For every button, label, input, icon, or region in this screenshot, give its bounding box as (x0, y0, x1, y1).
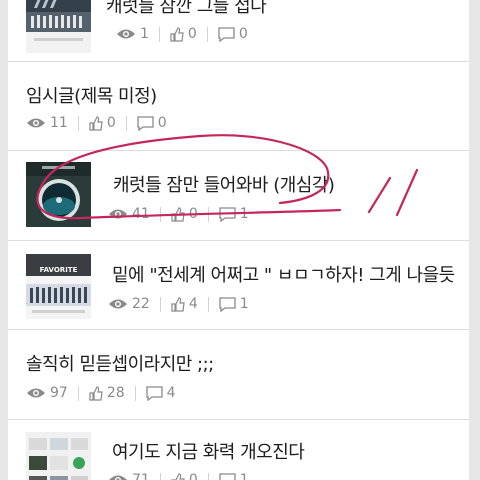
post-item[interactable]: 임시글(제목 미정) 11 0 0 (8, 62, 469, 151)
post-item[interactable]: 캐럿들 잠깐 그들 접다 1 0 0 (8, 0, 469, 62)
view-count: 97 (50, 385, 68, 401)
post-meta: 97 28 4 (26, 385, 176, 401)
eye-icon (109, 475, 127, 480)
post-meta: 71 0 1 (108, 472, 249, 480)
comment-count: 0 (157, 115, 167, 131)
post-feed: 캐럿들 잠깐 그들 접다 1 0 0 임시글(제목 미정) 11 0 0 캐럿들… (8, 0, 469, 480)
like-count: 0 (187, 26, 197, 42)
thumbs-up-icon (171, 472, 185, 480)
post-thumbnail: FAVORITE (26, 254, 91, 319)
post-item[interactable]: 캐럿들 잠만 들어와바 (개심각) 41 0 1 (8, 151, 469, 241)
like-count: 0 (188, 472, 198, 480)
comment-icon (137, 115, 154, 131)
post-title[interactable]: 솔직히 믿듣셉이라지만 ;;; (26, 350, 214, 376)
comment-count: 1 (239, 472, 249, 480)
post-title[interactable]: 임시글(제목 미정) (26, 82, 157, 108)
view-count: 11 (50, 115, 68, 131)
comment-icon (219, 206, 236, 222)
post-thumbnail (26, 432, 91, 480)
thumbs-up-icon (89, 385, 103, 401)
favorite-banner-image: FAVORITE (26, 254, 91, 319)
thumbs-up-icon (170, 26, 184, 42)
eye-icon (109, 209, 127, 219)
post-thumbnail (26, 0, 91, 53)
comment-icon (219, 296, 236, 312)
comment-count: 4 (166, 385, 176, 401)
post-meta: 11 0 0 (26, 115, 167, 131)
post-meta: 1 0 0 (116, 26, 248, 42)
view-count: 22 (132, 296, 150, 312)
view-count: 1 (140, 26, 149, 42)
thumbs-up-icon (171, 296, 185, 312)
thumbs-up-icon (171, 206, 185, 222)
post-item[interactable]: 솔직히 믿듣셉이라지만 ;;; 97 28 4 (8, 330, 469, 420)
like-count: 0 (106, 115, 116, 131)
post-title[interactable]: 여기도 지금 화력 개오진다 (112, 438, 305, 464)
eye-icon (117, 29, 135, 39)
music-player-image (26, 162, 91, 227)
post-title[interactable]: 밑에 "전세계 어쩌고 " ㅂㅁㄱ하자! 그게 나을듯 (112, 261, 455, 287)
screenshot-grid-image (26, 432, 91, 480)
like-count: 4 (188, 296, 198, 312)
eye-icon (27, 388, 45, 398)
view-count: 41 (132, 206, 150, 222)
view-count: 71 (132, 472, 150, 480)
comment-count: 1 (239, 296, 249, 312)
comment-icon (219, 472, 236, 480)
eye-icon (27, 118, 45, 128)
comment-icon (218, 26, 235, 42)
post-meta: 22 4 1 (108, 296, 249, 312)
post-thumbnail (26, 162, 91, 227)
eye-icon (109, 299, 127, 309)
comment-count: 1 (239, 206, 249, 222)
group-photo-image (26, 0, 91, 53)
post-title[interactable]: 캐럿들 잠만 들어와바 (개심각) (113, 171, 335, 197)
like-count: 28 (106, 385, 125, 401)
post-meta: 41 0 1 (108, 206, 249, 222)
post-item[interactable]: FAVORITE 밑에 "전세계 어쩌고 " ㅂㅁㄱ하자! 그게 나을듯 22 … (8, 241, 469, 330)
favorite-banner-text: FAVORITE (40, 266, 78, 274)
comment-icon (146, 385, 163, 401)
post-title[interactable]: 캐럿들 잠깐 그들 접다 (106, 0, 267, 18)
post-item[interactable]: 여기도 지금 화력 개오진다 71 0 1 (8, 420, 469, 480)
like-count: 0 (188, 206, 198, 222)
comment-count: 0 (238, 26, 248, 42)
thumbs-up-icon (89, 115, 103, 131)
